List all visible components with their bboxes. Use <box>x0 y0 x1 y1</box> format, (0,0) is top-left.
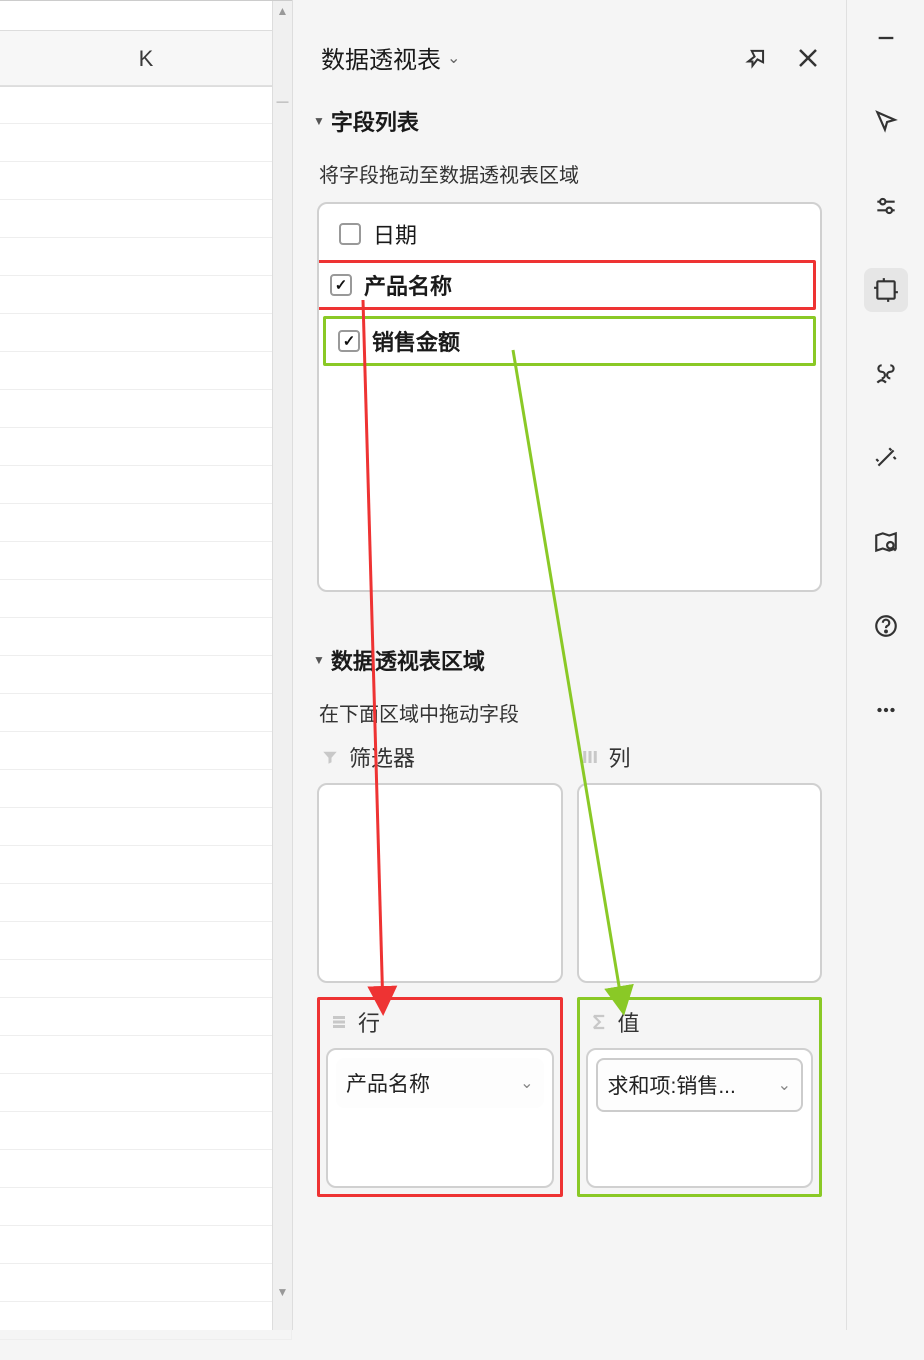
checkbox-unchecked[interactable] <box>339 223 361 245</box>
sigma-icon <box>590 1013 608 1031</box>
rows-icon <box>330 1013 348 1031</box>
column-header-K[interactable]: K <box>0 31 292 86</box>
sliders-icon[interactable] <box>864 184 908 228</box>
columns-icon <box>581 748 599 766</box>
chevron-down-icon: ⌄ <box>447 48 460 68</box>
filter-icon <box>321 748 339 766</box>
vertical-scrollbar[interactable]: ▲ — ▼ <box>272 1 292 1330</box>
area-filter: 筛选器 <box>317 741 563 983</box>
area-rows: 行 产品名称 ⌄ <box>317 997 563 1197</box>
panel-title[interactable]: 数据透视表 ⌄ <box>321 40 460 75</box>
chevron-down-icon[interactable]: ⌄ <box>778 1075 791 1095</box>
row-field-item[interactable]: 产品名称 ⌄ <box>336 1058 544 1108</box>
field-list-header[interactable]: ▼ 字段列表 <box>313 91 826 151</box>
close-button[interactable] <box>794 44 822 72</box>
bind-icon[interactable] <box>864 352 908 396</box>
areas-subtitle: 在下面区域中拖动字段 <box>313 690 826 741</box>
more-icon[interactable] <box>864 688 908 732</box>
map-search-icon[interactable] <box>864 520 908 564</box>
checkbox-checked[interactable] <box>330 274 352 296</box>
rows-dropzone[interactable]: 产品名称 ⌄ <box>326 1048 554 1188</box>
areas-header[interactable]: ▼ 数据透视表区域 <box>313 630 826 690</box>
field-item-product-name[interactable]: 产品名称 <box>317 260 816 310</box>
magic-icon[interactable] <box>864 436 908 480</box>
collapse-triangle-icon: ▼ <box>313 653 325 667</box>
area-values: 值 求和项:销售... ⌄ <box>577 997 823 1197</box>
field-list-subtitle: 将字段拖动至数据透视表区域 <box>313 151 826 202</box>
area-columns: 列 <box>577 741 823 983</box>
scroll-up-icon[interactable]: ▲ <box>275 3 291 19</box>
right-sidebar <box>846 0 924 1330</box>
pin-button[interactable] <box>742 44 770 72</box>
checkbox-checked[interactable] <box>338 330 360 352</box>
field-label: 日期 <box>373 218 417 250</box>
spreadsheet-area[interactable]: K ▲ — ▼ <box>0 0 292 1330</box>
window-minimize-icon[interactable] <box>864 16 908 60</box>
value-field-item[interactable]: 求和项:销售... ⌄ <box>596 1058 804 1112</box>
scroll-marker-icon: — <box>275 93 291 109</box>
field-list-box[interactable]: 日期 产品名称 销售金额 <box>317 202 822 592</box>
values-dropzone[interactable]: 求和项:销售... ⌄ <box>586 1048 814 1188</box>
filter-dropzone[interactable] <box>317 783 563 983</box>
transform-icon[interactable] <box>864 268 908 312</box>
collapse-triangle-icon: ▼ <box>313 114 325 128</box>
chevron-down-icon[interactable]: ⌄ <box>520 1073 533 1093</box>
columns-dropzone[interactable] <box>577 783 823 983</box>
field-label: 产品名称 <box>364 269 452 301</box>
pivot-panel: 数据透视表 ⌄ ▼ 字段列表 将字段 <box>292 0 846 1330</box>
field-item-date[interactable]: 日期 <box>323 210 816 258</box>
field-label: 销售金额 <box>372 325 460 357</box>
scroll-down-icon[interactable]: ▼ <box>275 1284 291 1300</box>
cursor-icon[interactable] <box>864 100 908 144</box>
field-item-sales-amount[interactable]: 销售金额 <box>323 316 816 366</box>
help-icon[interactable] <box>864 604 908 648</box>
